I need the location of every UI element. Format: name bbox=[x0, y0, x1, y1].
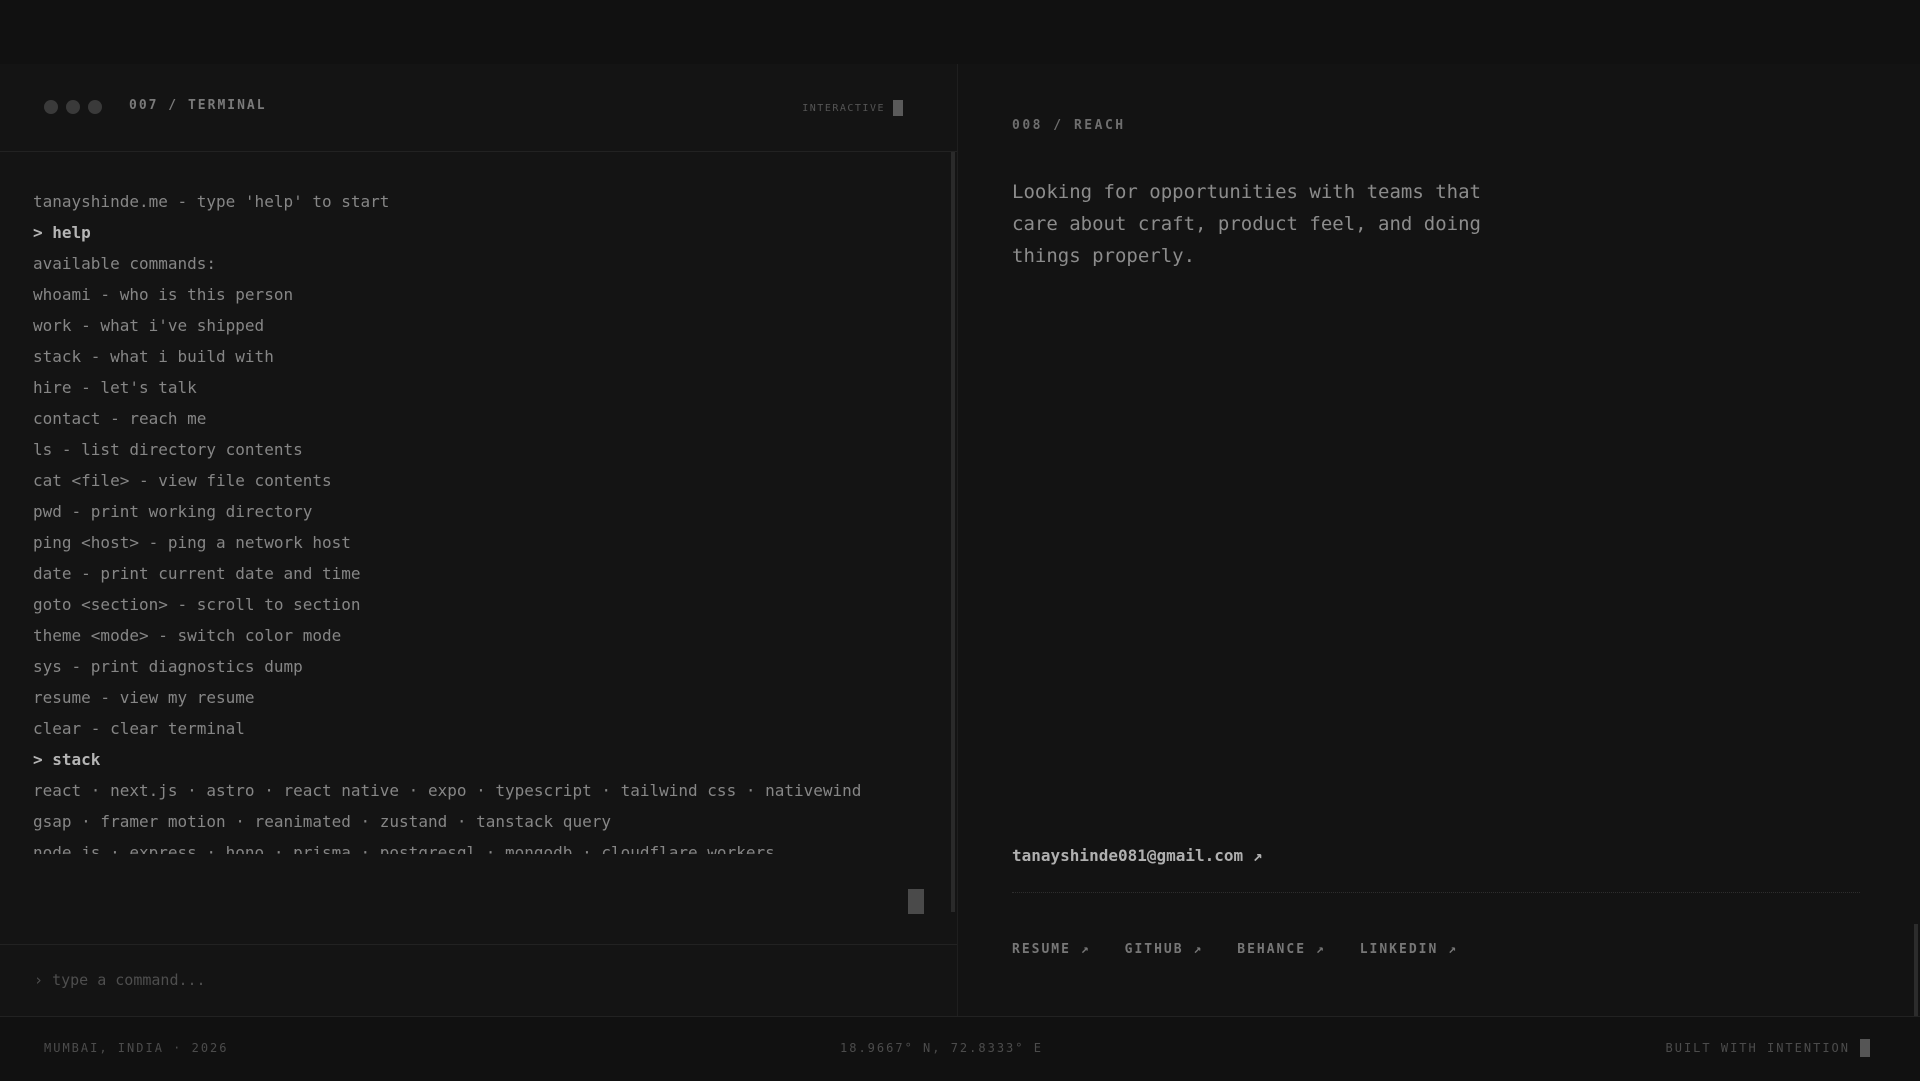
terminal-output-line: node.js · express · hono · prisma · post… bbox=[33, 843, 775, 854]
footer-tagline-wrap: BUILT WITH INTENTION bbox=[1665, 1039, 1870, 1057]
terminal-output-line: clear - clear terminal bbox=[33, 719, 245, 738]
interactive-label: INTERACTIVE bbox=[802, 102, 885, 114]
terminal-output-line: cat <file> - view file contents bbox=[33, 471, 332, 490]
terminal-output-line: stack - what i build with bbox=[33, 347, 274, 366]
footer: MUMBAI, INDIA · 2026 18.9667° N, 72.8333… bbox=[0, 1016, 1920, 1081]
terminal-panel: 007 / TERMINAL INTERACTIVE tanayshinde.m… bbox=[0, 64, 958, 1016]
terminal-scrollbar[interactable] bbox=[951, 152, 955, 912]
terminal-output-line: gsap · framer motion · reanimated · zust… bbox=[33, 812, 611, 831]
input-placeholder: type a command... bbox=[52, 971, 206, 989]
resume-link[interactable]: RESUME ↗ bbox=[1012, 942, 1091, 957]
github-link[interactable]: GITHUB ↗ bbox=[1125, 942, 1204, 957]
window-dot-icon bbox=[44, 100, 58, 114]
terminal-output-line: react · next.js · astro · react native ·… bbox=[33, 781, 862, 800]
terminal-header: 007 / TERMINAL INTERACTIVE bbox=[0, 64, 957, 152]
behance-link[interactable]: BEHANCE ↗ bbox=[1237, 942, 1325, 957]
terminal-input[interactable]: › type a command... bbox=[34, 971, 206, 989]
cursor-block-icon bbox=[893, 100, 903, 116]
terminal-output-line: ping <host> - ping a network host bbox=[33, 533, 351, 552]
terminal-output-line: theme <mode> - switch color mode bbox=[33, 626, 342, 645]
terminal-output-line: ls - list directory contents bbox=[33, 440, 303, 459]
reach-title: 008 / REACH bbox=[1012, 118, 1126, 133]
social-links: RESUME ↗ GITHUB ↗ BEHANCE ↗ LINKEDIN ↗ bbox=[1012, 942, 1458, 957]
top-bar bbox=[0, 0, 1920, 64]
terminal-command-line: > help bbox=[33, 223, 91, 242]
terminal-output-line: available commands: bbox=[33, 254, 217, 273]
terminal-output-line: pwd - print working directory bbox=[33, 502, 313, 521]
divider bbox=[1012, 892, 1860, 893]
terminal-title: 007 / TERMINAL bbox=[129, 98, 267, 113]
terminal-output-line: contact - reach me bbox=[33, 409, 207, 428]
interactive-indicator: INTERACTIVE bbox=[802, 100, 903, 116]
terminal-output-line: sys - print diagnostics dump bbox=[33, 657, 303, 676]
linkedin-link[interactable]: LINKEDIN ↗ bbox=[1360, 942, 1458, 957]
footer-tagline: BUILT WITH INTENTION bbox=[1665, 1041, 1850, 1055]
terminal-command-line: > stack bbox=[33, 750, 101, 769]
terminal-output-line: goto <section> - scroll to section bbox=[33, 595, 361, 614]
window-dot-icon bbox=[88, 100, 102, 114]
reach-description: Looking for opportunities with teams tha… bbox=[1012, 181, 1481, 267]
terminal-output-line: whoami - who is this person bbox=[33, 285, 294, 304]
terminal-output-line: tanayshinde.me - type 'help' to start bbox=[33, 192, 390, 211]
terminal-output-line: work - what i've shipped bbox=[33, 316, 265, 335]
footer-coordinates: 18.9667° N, 72.8333° E bbox=[840, 1041, 1043, 1055]
page-scrollbar[interactable] bbox=[1914, 924, 1918, 1024]
terminal-input-row[interactable]: › type a command... bbox=[0, 944, 957, 1017]
cursor-block-icon bbox=[1860, 1039, 1870, 1057]
email-link[interactable]: tanayshinde081@gmail.com ↗ bbox=[1012, 846, 1262, 865]
terminal-output[interactable]: tanayshinde.me - type 'help' to start > h… bbox=[33, 186, 933, 854]
window-controls bbox=[44, 100, 102, 114]
terminal-output-line: resume - view my resume bbox=[33, 688, 255, 707]
input-caret-icon bbox=[908, 889, 924, 914]
footer-location: MUMBAI, INDIA · 2026 bbox=[44, 1041, 229, 1055]
terminal-output-line: hire - let's talk bbox=[33, 378, 197, 397]
window-dot-icon bbox=[66, 100, 80, 114]
terminal-output-line: date - print current date and time bbox=[33, 564, 361, 583]
